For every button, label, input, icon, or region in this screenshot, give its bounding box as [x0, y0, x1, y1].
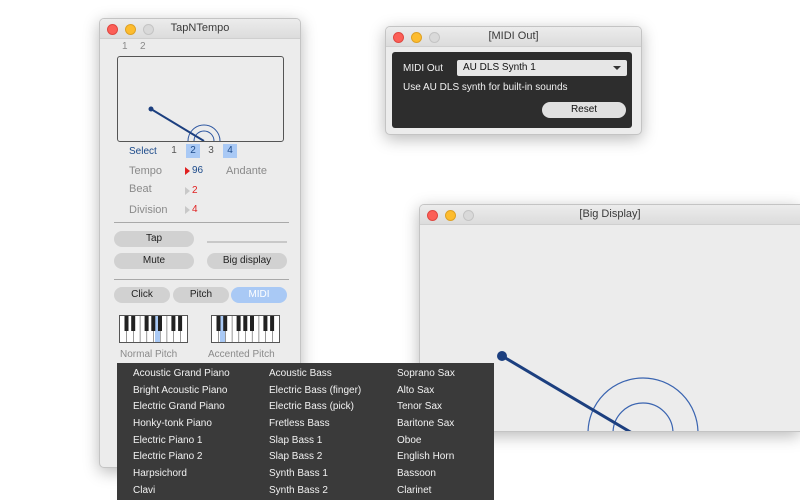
instrument-menu: Acoustic Grand Piano Bright Acoustic Pia…	[117, 363, 494, 500]
menu-item[interactable]: Alto Sax	[397, 385, 434, 396]
beat-value[interactable]: 2	[192, 185, 198, 196]
pendulum-display	[117, 56, 284, 142]
menu-item[interactable]: Synth Bass 1	[269, 468, 328, 479]
select-option-1[interactable]: 1	[167, 144, 181, 158]
division-label: Division	[129, 204, 168, 216]
menu-item[interactable]: Clavi	[133, 485, 155, 496]
pendulum-arm	[150, 108, 205, 141]
midi-panel: MIDI Out AU DLS Synth 1 Use AU DLS synth…	[392, 52, 632, 128]
pendulum-bob	[148, 106, 154, 112]
window-title: [MIDI Out]	[488, 30, 539, 42]
tap-button[interactable]: Tap	[114, 231, 194, 247]
mute-button[interactable]: Mute	[114, 253, 194, 269]
click-button[interactable]: Click	[114, 287, 170, 303]
reset-button[interactable]: Reset	[542, 102, 626, 118]
beat-arrow-icon[interactable]	[185, 187, 190, 195]
midi-out-window: [MIDI Out] MIDI Out AU DLS Synth 1 Use A…	[385, 26, 642, 135]
menu-item[interactable]: Bassoon	[397, 468, 436, 479]
beat-label: Beat	[129, 183, 152, 195]
midi-out-selected: AU DLS Synth 1	[463, 62, 536, 73]
tab-2[interactable]: 2	[140, 41, 146, 52]
menu-item[interactable]: Electric Bass (pick)	[269, 401, 354, 412]
midi-button[interactable]: MIDI	[231, 287, 287, 303]
menu-item[interactable]: Bright Acoustic Piano	[133, 385, 228, 396]
menu-item[interactable]: Soprano Sax	[397, 368, 455, 379]
midi-out-label: MIDI Out	[403, 63, 444, 74]
menu-item[interactable]: Honky-tonk Piano	[133, 418, 212, 429]
normal-pitch-keyboard[interactable]	[119, 315, 188, 343]
select-option-3[interactable]: 3	[204, 144, 218, 158]
titlebar: TapNTempo	[100, 19, 300, 39]
menu-item[interactable]: Synth Bass 2	[269, 485, 328, 496]
piano-keys-icon	[216, 316, 275, 342]
menu-item[interactable]: Slap Bass 2	[269, 451, 322, 462]
select-label: Select	[129, 146, 157, 157]
menu-item[interactable]: Oboe	[397, 435, 421, 446]
piano-keys-icon	[124, 316, 183, 342]
select-option-4[interactable]: 4	[223, 144, 237, 158]
menu-item[interactable]: Acoustic Grand Piano	[133, 368, 230, 379]
menu-item[interactable]: Baritone Sax	[397, 418, 454, 429]
window-title: [Big Display]	[579, 208, 641, 220]
menu-item[interactable]: Electric Piano 1	[133, 435, 202, 446]
menu-item[interactable]: Acoustic Bass	[269, 368, 332, 379]
menu-item[interactable]: Electric Bass (finger)	[269, 385, 361, 396]
menu-item[interactable]: Slap Bass 1	[269, 435, 322, 446]
division-arrow-icon[interactable]	[185, 206, 190, 214]
divider	[114, 222, 289, 223]
tempo-name: Andante	[226, 165, 267, 177]
midi-out-dropdown[interactable]: AU DLS Synth 1	[457, 60, 627, 76]
menu-item[interactable]: Harpsichord	[133, 468, 187, 479]
midi-hint: Use AU DLS synth for built-in sounds	[403, 82, 568, 93]
divider	[114, 279, 289, 280]
tempo-label: Tempo	[129, 165, 163, 177]
select-option-2[interactable]: 2	[186, 144, 200, 158]
menu-item[interactable]: Clarinet	[397, 485, 431, 496]
accented-pitch-keyboard[interactable]	[211, 315, 280, 343]
big-display-button[interactable]: Big display	[207, 253, 287, 269]
big-pendulum-arm	[501, 354, 632, 431]
menu-item[interactable]: Electric Grand Piano	[133, 401, 225, 412]
pitch-button[interactable]: Pitch	[173, 287, 229, 303]
tempo-value[interactable]: 96	[192, 165, 203, 176]
menu-item[interactable]: Fretless Bass	[269, 418, 330, 429]
menu-item[interactable]: Tenor Sax	[397, 401, 442, 412]
tap-indicator-bar	[207, 241, 287, 243]
normal-pitch-label: Normal Pitch	[120, 349, 178, 360]
accented-pitch-label: Accented Pitch	[208, 349, 275, 360]
division-value[interactable]: 4	[192, 204, 198, 215]
titlebar: [Big Display]	[420, 205, 800, 225]
tempo-arrow-icon[interactable]	[185, 167, 190, 175]
window-title: TapNTempo	[170, 22, 230, 34]
chevron-down-icon	[613, 66, 621, 70]
titlebar: [MIDI Out]	[386, 27, 641, 47]
menu-item[interactable]: Electric Piano 2	[133, 451, 202, 462]
menu-item[interactable]: English Horn	[397, 451, 454, 462]
pendulum-graphic	[148, 106, 221, 141]
tab-1[interactable]: 1	[122, 41, 128, 52]
big-pendulum-bob	[497, 351, 507, 361]
